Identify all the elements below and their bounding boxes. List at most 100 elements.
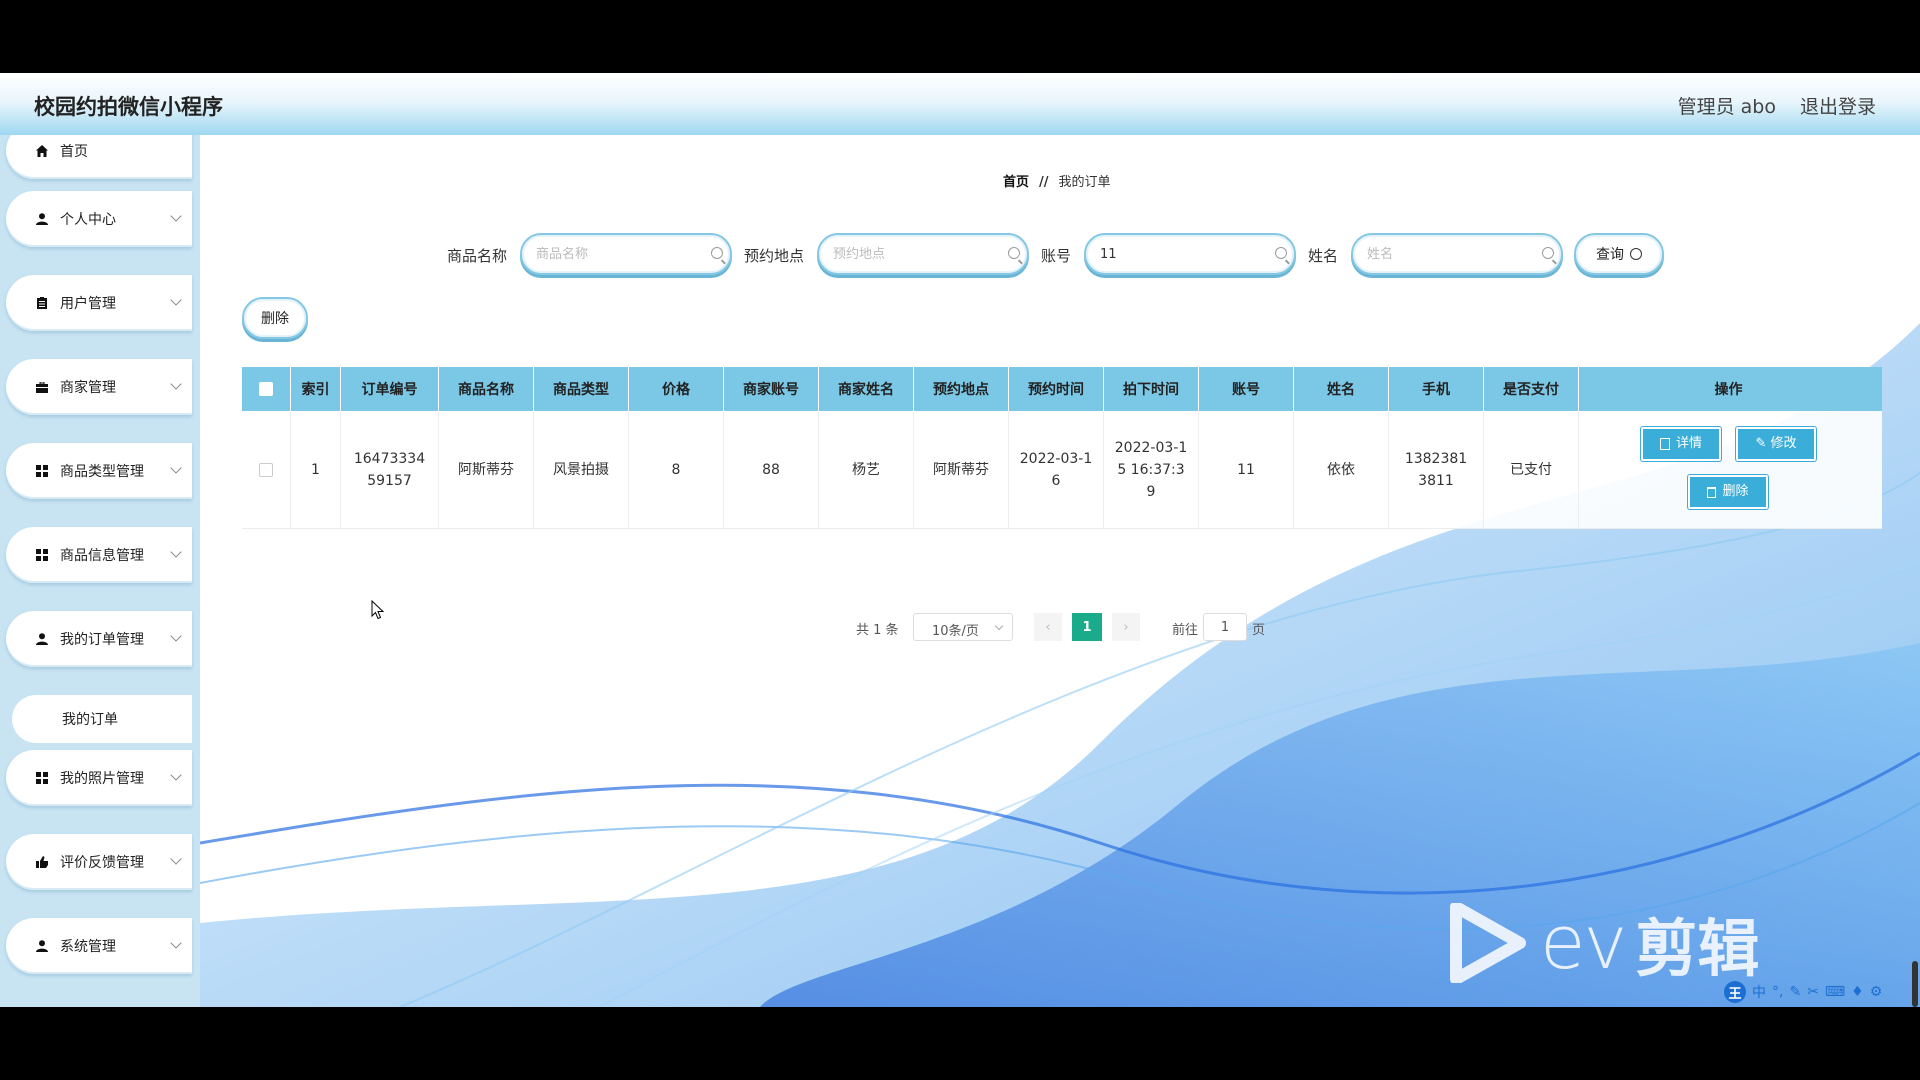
breadcrumb-separator: // bbox=[1039, 175, 1049, 190]
edit-button-label: 修改 bbox=[1770, 436, 1797, 451]
column-header: 手机 bbox=[1389, 367, 1484, 411]
row-checkbox[interactable] bbox=[259, 462, 273, 477]
query-button[interactable]: 查询 bbox=[1574, 233, 1664, 275]
watermark-cjk: 剪辑 bbox=[1635, 912, 1760, 985]
cell-phone: 13823813811 bbox=[1389, 411, 1484, 528]
table-header: 索引 订单编号 商品名称 商品类型 价格 商家账号 商家姓名 预约地点 预约时间… bbox=[242, 367, 1882, 411]
sidebar-item-product-info-management[interactable]: 商品信息管理 bbox=[6, 527, 192, 583]
home-icon bbox=[34, 143, 50, 159]
cell-appointment-time: 2022-03-16 bbox=[1009, 411, 1104, 528]
vertical-scrollbar[interactable] bbox=[1912, 961, 1918, 1007]
location-input[interactable] bbox=[817, 233, 1029, 275]
page-size-select[interactable]: 10条/页 bbox=[913, 613, 1013, 641]
column-header: 商品名称 bbox=[439, 367, 534, 411]
goto-page-input[interactable] bbox=[1203, 613, 1247, 641]
sidebar-item-label: 商品类型管理 bbox=[60, 464, 144, 480]
chevron-down-icon bbox=[170, 630, 182, 642]
logout-link[interactable]: 退出登录 bbox=[1800, 92, 1876, 119]
select-all-checkbox[interactable] bbox=[259, 382, 273, 396]
batch-delete-button[interactable]: 删除 bbox=[242, 297, 308, 339]
edit-button[interactable]: ✎ 修改 bbox=[1736, 427, 1816, 461]
mouse-cursor-icon bbox=[371, 600, 385, 620]
sidebar-item-label: 用户管理 bbox=[60, 296, 116, 312]
select-all-cell bbox=[242, 367, 291, 411]
column-header: 索引 bbox=[291, 367, 341, 411]
person-icon bbox=[34, 631, 50, 647]
sidebar-item-merchant-management[interactable]: 商家管理 bbox=[6, 359, 192, 415]
chevron-down-icon bbox=[170, 462, 182, 474]
prev-page-button[interactable]: ‹ bbox=[1034, 613, 1062, 641]
person-icon bbox=[34, 938, 50, 954]
breadcrumb-home[interactable]: 首页 bbox=[1003, 175, 1029, 190]
search-icon bbox=[1008, 247, 1020, 259]
pencil-icon: ✎ bbox=[1755, 436, 1767, 451]
cell-order-time: 2022-03-15 16:37:39 bbox=[1104, 411, 1199, 528]
sidebar-item-my-photos-management[interactable]: 我的照片管理 bbox=[6, 750, 192, 806]
table-row: 1 1647333459157 阿斯蒂芬 风景拍摄 8 88 杨艺 阿斯蒂芬 2… bbox=[242, 411, 1882, 529]
product-name-input[interactable] bbox=[520, 233, 732, 275]
goto-label: 前往 bbox=[1172, 623, 1199, 638]
sidebar-item-feedback-management[interactable]: 评价反馈管理 bbox=[6, 834, 192, 890]
admin-user-label[interactable]: 管理员 abo bbox=[1678, 92, 1776, 119]
detail-button[interactable]: 详情 bbox=[1641, 427, 1721, 461]
batch-delete-label: 删除 bbox=[261, 311, 289, 327]
sidebar-item-personal-center[interactable]: 个人中心 bbox=[6, 191, 192, 247]
punctuation-icon[interactable]: °, bbox=[1772, 984, 1783, 1000]
column-header: 商家账号 bbox=[724, 367, 819, 411]
ime-mode[interactable]: 中 bbox=[1752, 982, 1766, 1002]
row-delete-label: 删除 bbox=[1722, 484, 1749, 499]
name-label: 姓名 bbox=[1308, 247, 1339, 265]
keyboard-icon[interactable]: ⌨ bbox=[1825, 984, 1845, 1000]
account-label: 账号 bbox=[1041, 247, 1072, 265]
scissors-icon[interactable]: ✂ bbox=[1807, 984, 1819, 1000]
next-page-button[interactable]: › bbox=[1112, 613, 1140, 641]
play-logo-icon bbox=[1450, 903, 1526, 983]
cell-name: 依依 bbox=[1294, 411, 1389, 528]
ime-logo[interactable]: 王 bbox=[1724, 981, 1746, 1003]
breadcrumb: 首页 // 我的订单 bbox=[1003, 171, 1111, 190]
sidebar-item-label: 商品信息管理 bbox=[60, 548, 144, 564]
sidebar-item-label: 评价反馈管理 bbox=[60, 855, 144, 871]
account-input[interactable] bbox=[1084, 233, 1296, 275]
name-input[interactable] bbox=[1351, 233, 1563, 275]
product-name-label: 商品名称 bbox=[447, 247, 508, 265]
sidebar-item-label: 首页 bbox=[60, 144, 88, 160]
cell-order-no: 1647333459157 bbox=[341, 411, 439, 528]
pencil-icon[interactable]: ✎ bbox=[1789, 984, 1801, 1000]
sidebar-item-home[interactable]: 首页 bbox=[6, 135, 192, 179]
sidebar-item-label: 系统管理 bbox=[60, 939, 116, 955]
location-label: 预约地点 bbox=[744, 247, 805, 265]
main-content: 首页 // 我的订单 商品名称 预约地点 账号 姓名 查询 删除 bbox=[200, 135, 1920, 1007]
column-header: 订单编号 bbox=[341, 367, 439, 411]
breadcrumb-current: 我的订单 bbox=[1058, 175, 1111, 190]
ev-watermark: ev 剪辑 bbox=[1450, 900, 1759, 986]
chevron-down-icon bbox=[170, 937, 182, 949]
column-header: 拍下时间 bbox=[1104, 367, 1199, 411]
person-icon bbox=[34, 211, 50, 227]
cell-location: 阿斯蒂芬 bbox=[914, 411, 1009, 528]
sidebar-item-product-type-management[interactable]: 商品类型管理 bbox=[6, 443, 192, 499]
grid-icon bbox=[34, 463, 50, 479]
cell-index: 1 bbox=[291, 411, 341, 528]
cell-merchant-account: 88 bbox=[724, 411, 819, 528]
cell-paid: 已支付 bbox=[1484, 411, 1579, 528]
sidebar-item-my-orders-management[interactable]: 我的订单管理 bbox=[6, 611, 192, 667]
column-header: 价格 bbox=[629, 367, 724, 411]
shirt-icon[interactable]: ♦ bbox=[1851, 984, 1864, 1000]
thumbs-up-icon bbox=[34, 854, 50, 870]
column-header: 操作 bbox=[1714, 382, 1743, 398]
watermark-latin: ev bbox=[1540, 900, 1627, 986]
orders-table: 索引 订单编号 商品名称 商品类型 价格 商家账号 商家姓名 预约地点 预约时间… bbox=[242, 367, 1882, 529]
chevron-down-icon bbox=[170, 210, 182, 222]
sidebar: 首页 个人中心 用户管理 商家管理 商品类型管理 商品信息管理 我的订单管理 我… bbox=[0, 135, 200, 1007]
pagination: 共 1 条 10条/页 ‹ 1 › 前往 页 bbox=[200, 613, 1920, 643]
row-select-cell bbox=[242, 411, 291, 528]
gear-icon[interactable]: ⚙ bbox=[1870, 984, 1883, 1000]
sidebar-item-system-management[interactable]: 系统管理 bbox=[6, 918, 192, 974]
page-unit-label: 页 bbox=[1252, 623, 1266, 638]
row-delete-button[interactable]: 删除 bbox=[1688, 475, 1768, 509]
sidebar-subitem-my-orders[interactable]: 我的订单 bbox=[12, 695, 192, 743]
sidebar-item-user-management[interactable]: 用户管理 bbox=[6, 275, 192, 331]
search-icon bbox=[1630, 248, 1642, 260]
page-1-button[interactable]: 1 bbox=[1072, 613, 1102, 641]
